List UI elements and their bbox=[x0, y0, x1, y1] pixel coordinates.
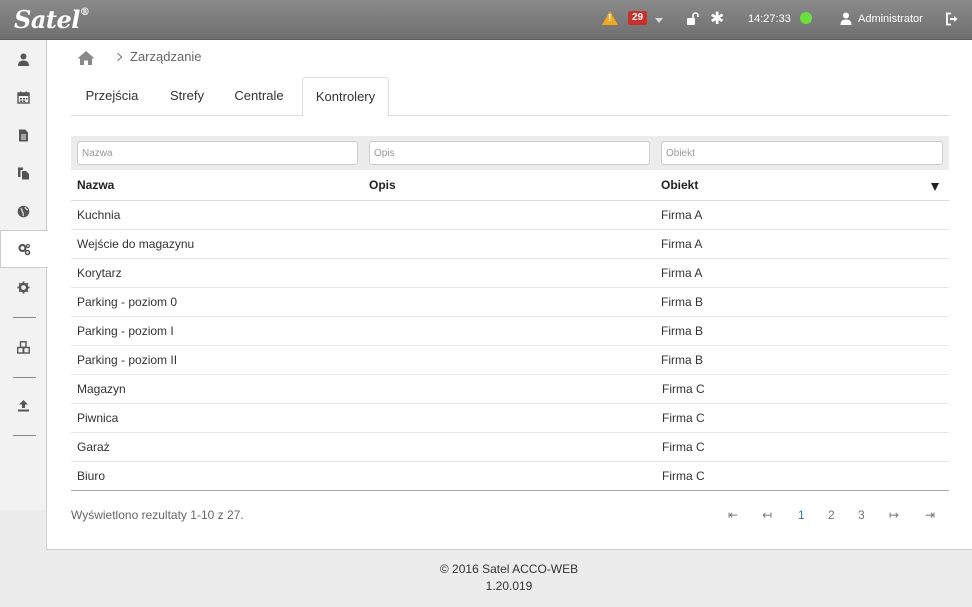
sidebar-item-globe[interactable] bbox=[0, 192, 47, 230]
prev-page-button[interactable]: ↤ bbox=[762, 508, 772, 522]
cell-nazwa: Korytarz bbox=[77, 266, 122, 280]
tab-centrale[interactable]: Centrale bbox=[223, 77, 295, 116]
sort-descending-icon[interactable] bbox=[931, 183, 939, 191]
sidebar-divider bbox=[13, 317, 36, 318]
satel-logo: Satel® bbox=[14, 5, 90, 34]
home-icon[interactable] bbox=[77, 50, 95, 66]
first-page-button[interactable]: ⇤ bbox=[728, 508, 738, 522]
user-icon bbox=[18, 53, 29, 66]
table-row[interactable]: Garaż Firma C bbox=[71, 433, 949, 462]
top-bar: Satel® 29 ✱ 14:27:33 Administrator bbox=[0, 0, 972, 40]
cell-obiekt: Firma A bbox=[661, 266, 703, 280]
cell-nazwa: Garaż bbox=[77, 440, 110, 454]
obiekt-filter-input[interactable] bbox=[661, 141, 943, 165]
gears-icon bbox=[18, 243, 31, 255]
sidebar-item-configuration[interactable] bbox=[0, 230, 48, 268]
app-version: 1.20.019 bbox=[485, 579, 533, 593]
sidebar-divider bbox=[13, 435, 36, 436]
table-row[interactable]: Piwnica Firma C bbox=[71, 404, 949, 433]
page-button-3[interactable]: 3 bbox=[858, 508, 865, 522]
table-body: Kuchnia Firma A Wejście do magazynu Firma … bbox=[71, 201, 949, 491]
copy-icon bbox=[18, 167, 29, 179]
cell-obiekt: Firma B bbox=[661, 295, 703, 309]
table-row[interactable]: Korytarz Firma A bbox=[71, 259, 949, 288]
footer-copyright-line: © 2016 Satel ACCO-WEB bbox=[46, 561, 972, 578]
column-header-obiekt[interactable]: Obiekt bbox=[661, 178, 698, 192]
cell-nazwa: Piwnica bbox=[77, 411, 119, 425]
logo-text: Satel bbox=[14, 5, 80, 34]
cell-nazwa: Parking - poziom 0 bbox=[77, 295, 178, 309]
sidebar-item-users[interactable] bbox=[0, 40, 47, 78]
cell-nazwa: Biuro bbox=[77, 469, 106, 483]
main-panel: Zarządzanie Przejścia Strefy Centrale Ko… bbox=[46, 40, 972, 550]
tab-przejscia[interactable]: Przejścia bbox=[71, 77, 153, 116]
table-row[interactable]: Parking - poziom II Firma B bbox=[71, 346, 949, 375]
page-button-2[interactable]: 2 bbox=[828, 508, 835, 522]
clock-time: 14:27:33 bbox=[748, 13, 791, 25]
table-row[interactable]: Magazyn Firma C bbox=[71, 375, 949, 404]
cell-obiekt: Firma C bbox=[662, 440, 705, 454]
unlock-icon[interactable] bbox=[686, 12, 700, 26]
table-row[interactable]: Parking - poziom I Firma B bbox=[71, 317, 949, 346]
cubes-icon bbox=[17, 340, 30, 354]
sidebar-item-settings[interactable] bbox=[0, 268, 47, 306]
next-page-button[interactable]: ↦ bbox=[889, 508, 899, 522]
column-header-opis[interactable]: Opis bbox=[369, 178, 396, 192]
tab-bar: Przejścia Strefy Centrale Kontrolery bbox=[71, 77, 949, 117]
cell-obiekt: Firma B bbox=[661, 324, 703, 338]
breadcrumb-current: Zarządzanie bbox=[130, 49, 202, 64]
cell-nazwa: Parking - poziom II bbox=[77, 353, 178, 367]
filter-row bbox=[71, 136, 949, 170]
nazwa-filter-input[interactable] bbox=[77, 141, 358, 165]
cell-obiekt: Firma C bbox=[662, 411, 705, 425]
cell-nazwa: Parking - poziom I bbox=[77, 324, 174, 338]
sidebar-divider bbox=[13, 377, 36, 378]
user-name[interactable]: Administrator bbox=[858, 13, 923, 25]
table-row[interactable]: Biuro Firma C bbox=[71, 462, 949, 491]
document-icon bbox=[19, 129, 28, 141]
cell-obiekt: Firma C bbox=[662, 382, 705, 396]
logo-mark: ® bbox=[79, 7, 90, 18]
tab-strefy[interactable]: Strefy bbox=[157, 77, 217, 116]
sidebar-item-copy[interactable] bbox=[0, 154, 47, 192]
cell-obiekt: Firma C bbox=[662, 469, 705, 483]
cell-obiekt: Firma A bbox=[661, 208, 703, 222]
warning-icon[interactable] bbox=[602, 11, 618, 25]
opis-filter-input[interactable] bbox=[369, 141, 650, 165]
table-row[interactable]: Kuchnia Firma A bbox=[71, 201, 949, 230]
gear-icon bbox=[17, 281, 30, 293]
copyright-text: © 2016 Satel bbox=[439, 562, 510, 576]
cell-nazwa: Wejście do magazynu bbox=[77, 237, 195, 251]
page-button-1[interactable]: 1 bbox=[798, 508, 805, 522]
cell-nazwa: Kuchnia bbox=[77, 208, 121, 222]
connection-status-icon bbox=[800, 12, 812, 24]
cell-nazwa: Magazyn bbox=[77, 382, 126, 396]
breadcrumb-separator bbox=[113, 52, 123, 62]
product-name: ACCO-WEB bbox=[512, 562, 579, 576]
globe-icon bbox=[17, 205, 30, 217]
sidebar-item-upload[interactable] bbox=[0, 386, 47, 424]
sidebar-item-documents[interactable] bbox=[0, 116, 47, 154]
alarm-count-badge[interactable]: 29 bbox=[628, 11, 648, 25]
user-icon bbox=[840, 12, 852, 25]
last-page-button[interactable]: ⇥ bbox=[925, 508, 935, 522]
tab-kontrolery[interactable]: Kontrolery bbox=[302, 77, 389, 117]
logout-icon[interactable] bbox=[945, 12, 959, 26]
calendar-icon bbox=[17, 91, 30, 104]
results-summary: Wyświetlono rezultaty 1-10 z 27. bbox=[71, 508, 244, 522]
column-header-nazwa[interactable]: Nazwa bbox=[77, 178, 114, 192]
cell-obiekt: Firma B bbox=[661, 353, 703, 367]
table-header: Nazwa Opis Obiekt bbox=[71, 171, 949, 201]
upload-icon bbox=[18, 399, 29, 411]
footer: © 2016 Satel ACCO-WEB 1.20.019 bbox=[46, 561, 972, 595]
sidebar-item-calendar[interactable] bbox=[0, 78, 47, 116]
table-row[interactable]: Wejście do magazynu Firma A bbox=[71, 230, 949, 259]
cell-obiekt: Firma A bbox=[661, 237, 703, 251]
asterisk-icon[interactable]: ✱ bbox=[710, 9, 724, 29]
chevron-down-icon[interactable] bbox=[655, 18, 663, 23]
sidebar bbox=[0, 40, 48, 510]
table-row[interactable]: Parking - poziom 0 Firma B bbox=[71, 288, 949, 317]
sidebar-item-modules[interactable] bbox=[0, 328, 47, 366]
